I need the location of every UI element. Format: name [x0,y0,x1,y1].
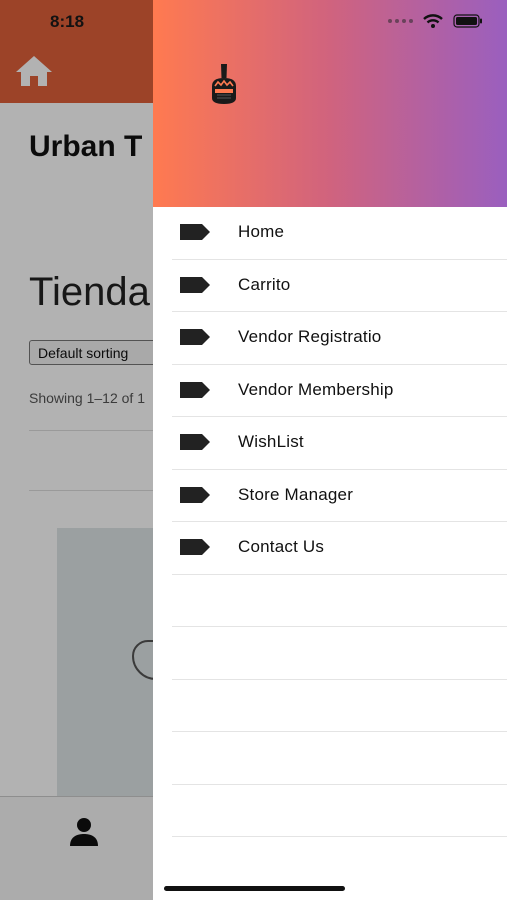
menu-item-label: Vendor Membership [238,379,394,399]
menu-item-contact-us[interactable]: Contact Us [172,522,507,575]
empty-row [172,575,507,627]
menu-item-wishlist[interactable]: WishList [172,417,507,470]
menu-item-home[interactable]: Home [172,207,507,260]
tag-icon [180,329,210,345]
drawer-menu: Home Carrito Vendor Registratio Vendor M… [153,207,507,837]
menu-item-label: WishList [238,432,304,451]
empty-row [172,627,507,680]
menu-item-vendor-registration[interactable]: Vendor Registratio [172,312,507,365]
tag-icon [180,276,210,293]
empty-row [172,680,507,732]
menu-item-vendor-membership[interactable]: Vendor Membership [172,365,507,417]
home-indicator [164,886,345,891]
menu-item-store-manager[interactable]: Store Manager [172,470,507,522]
menu-item-carrito[interactable]: Carrito [172,260,507,312]
wifi-icon [423,14,443,28]
empty-row [172,732,507,785]
tag-icon [180,381,210,398]
menu-item-label: Store Manager [238,484,354,504]
menu-item-label: Vendor Registratio [238,327,382,346]
menu-item-label: Contact Us [238,537,325,556]
empty-row [172,785,507,837]
status-icons [388,14,483,28]
tag-icon [180,434,210,450]
drawer-header [153,0,507,207]
menu-item-label: Home [238,222,285,241]
navigation-drawer: Home Carrito Vendor Registratio Vendor M… [153,0,507,900]
tag-icon [180,486,210,503]
tag-icon [180,539,210,555]
urban-logo [212,64,236,104]
menu-item-label: Carrito [238,274,291,294]
battery-icon [453,14,482,28]
tag-icon [180,224,210,240]
cellular-icon [388,19,413,23]
